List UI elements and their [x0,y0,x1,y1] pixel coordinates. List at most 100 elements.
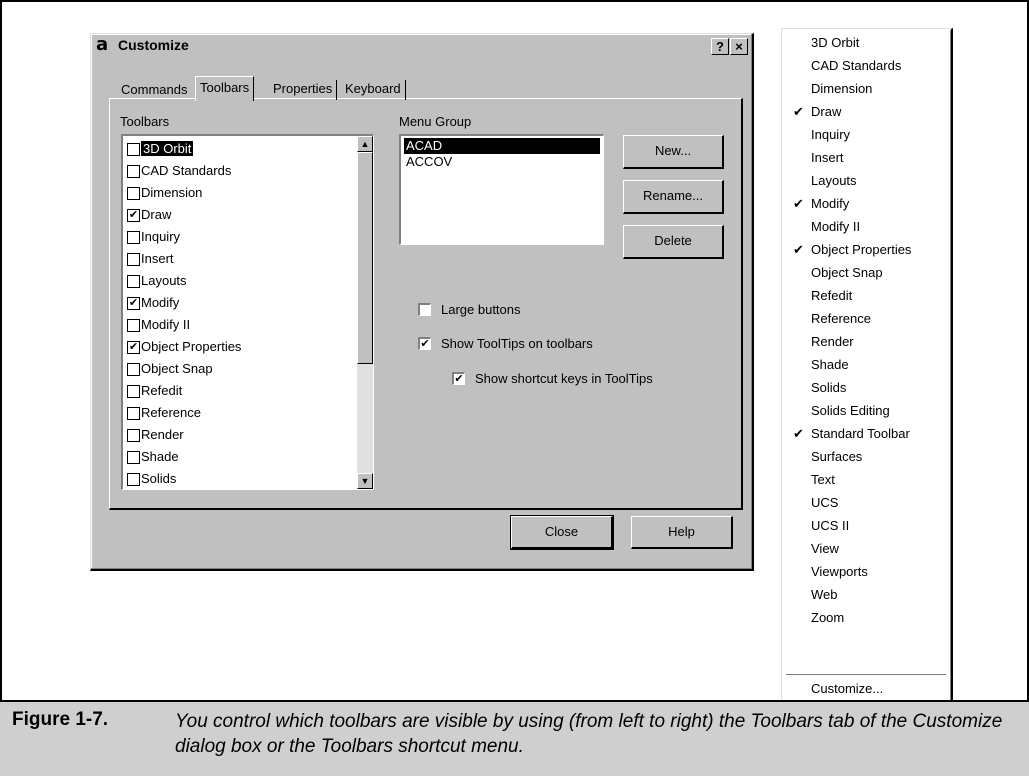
dialog-title: Customize [118,37,189,53]
toolbar-list-item[interactable]: CAD Standards [125,160,357,182]
menu-item[interactable]: ✔ Object Properties [785,238,947,261]
toolbar-list-item[interactable]: Layouts [125,270,357,292]
show-tooltips-checkbox[interactable]: ✔ [418,337,431,350]
menu-item[interactable]: CAD Standards [785,54,947,77]
menu-item[interactable]: Render [785,330,947,353]
tab-properties[interactable]: Properties [269,80,338,100]
toolbar-list-item[interactable]: Reference [125,402,357,424]
toolbar-list-item[interactable]: Dimension [125,182,357,204]
toolbar-list-item[interactable]: 3D Orbit [125,138,357,160]
menu-item[interactable]: Solids [785,376,947,399]
menu-item-label: UCS II [811,518,850,533]
menu-item[interactable]: Zoom [785,606,947,629]
scroll-thumb[interactable] [357,152,373,364]
toolbar-item-label: Shade [141,449,179,464]
toolbar-item-label: Modify [141,295,180,310]
checkmark-icon: ✔ [793,196,804,211]
menu-item-label: Insert [811,150,844,165]
toolbar-checkbox[interactable]: ✔ [127,209,140,222]
menu-item[interactable]: Object Snap [785,261,947,284]
toolbar-list-item[interactable]: Shade [125,446,357,468]
scroll-up-arrow-icon[interactable]: ▲ [357,136,373,152]
toolbar-list-item[interactable]: Insert [125,248,357,270]
tab-commands[interactable]: Commands [117,81,191,101]
menu-item[interactable]: UCS II [785,514,947,537]
toolbar-list-item[interactable]: ✔ Modify [125,292,357,314]
menu-item[interactable]: Text [785,468,947,491]
menu-item[interactable]: ✔ Standard Toolbar [785,422,947,445]
toolbars-listbox[interactable]: 3D Orbit CAD Standards Dimension ✔ Draw Inqui… [121,134,374,490]
tab-keyboard[interactable]: Keyboard [341,80,406,100]
toolbar-checkbox[interactable] [127,187,140,200]
close-x-button[interactable]: × [730,38,748,55]
show-shortcut-label: Show shortcut keys in ToolTips [475,371,653,386]
help-button[interactable]: Help [631,516,733,549]
toolbar-checkbox[interactable] [127,319,140,332]
menu-item[interactable]: Reference [785,307,947,330]
menu-item-label: Solids [811,380,847,395]
toolbar-checkbox[interactable] [127,407,140,420]
menu-item[interactable]: ✔ Modify [785,192,947,215]
menu-item[interactable]: Modify II [785,215,947,238]
figure-label: Figure 1-7. [12,709,109,730]
toolbar-list-item[interactable]: Modify II [125,314,357,336]
menu-item[interactable]: Layouts [785,169,947,192]
toolbar-list-item[interactable]: Render [125,424,357,446]
dialog-titlebar[interactable]: a Customize ? × [94,34,750,57]
menu-item[interactable]: ✔ Draw [785,100,947,123]
toolbar-list-item[interactable]: ✔ Object Properties [125,336,357,358]
menu-item[interactable]: UCS [785,491,947,514]
figure-caption: You control which toolbars are visible b… [175,711,1003,757]
toolbar-checkbox[interactable] [127,451,140,464]
delete-button[interactable]: Delete [623,225,724,259]
help-question-button[interactable]: ? [711,38,729,55]
toolbar-checkbox[interactable] [127,363,140,376]
menu-item[interactable]: View [785,537,947,560]
menu-item[interactable]: Viewports [785,560,947,583]
toolbar-list-item[interactable]: ✔ Draw [125,204,357,226]
menu-item-label: Surfaces [811,449,863,464]
toolbar-list-item[interactable]: Solids [125,468,357,489]
scroll-down-arrow-icon[interactable]: ▼ [357,473,373,489]
toolbar-list-item[interactable]: Refedit [125,380,357,402]
checkmark-icon: ✔ [793,242,804,257]
show-shortcut-checkbox[interactable]: ✔ [452,372,465,385]
menu-item[interactable]: Web [785,583,947,606]
toolbar-item-label: Draw [141,207,172,222]
toolbar-checkbox[interactable]: ✔ [127,297,140,310]
menu-group-item[interactable]: ACAD [404,138,600,154]
menu-item[interactable]: Shade [785,353,947,376]
toolbar-checkbox[interactable] [127,429,140,442]
toolbar-list-item[interactable]: Inquiry [125,226,357,248]
toolbar-list-item[interactable]: Object Snap [125,358,357,380]
menu-item[interactable]: Solids Editing [785,399,947,422]
close-button[interactable]: Close [510,515,614,550]
rename-button[interactable]: Rename... [623,180,724,214]
show-tooltips-label: Show ToolTips on toolbars [441,336,593,351]
toolbar-checkbox[interactable] [127,253,140,266]
toolbar-item-label: 3D Orbit [141,141,194,156]
menu-item-label: Dimension [811,81,873,96]
toolbar-checkbox[interactable] [127,473,140,486]
menu-item[interactable]: Insert [785,146,947,169]
menu-group-item[interactable]: ACCOV [404,154,600,170]
new-button[interactable]: New... [623,135,724,169]
menu-item[interactable]: Refedit [785,284,947,307]
menu-item-customize[interactable]: Customize... [785,677,947,700]
menu-item[interactable]: Surfaces [785,445,947,468]
large-buttons-checkbox[interactable] [418,303,431,316]
tab-toolbars[interactable]: Toolbars [195,76,255,101]
toolbars-scrollbar[interactable]: ▲ ▼ [357,136,373,489]
toolbar-checkbox[interactable] [127,165,140,178]
toolbar-checkbox[interactable] [127,231,140,244]
menu-item[interactable]: Inquiry [785,123,947,146]
menu-item[interactable]: 3D Orbit [785,31,947,54]
toolbar-item-label: Object Snap [141,361,213,376]
toolbar-checkbox[interactable] [127,275,140,288]
toolbar-checkbox[interactable] [127,385,140,398]
toolbar-checkbox[interactable] [127,143,140,156]
menu-item[interactable]: Dimension [785,77,947,100]
toolbar-checkbox[interactable]: ✔ [127,341,140,354]
menu-group-listbox[interactable]: ACAD ACCOV [399,134,604,245]
menu-item-label: Inquiry [811,127,851,142]
